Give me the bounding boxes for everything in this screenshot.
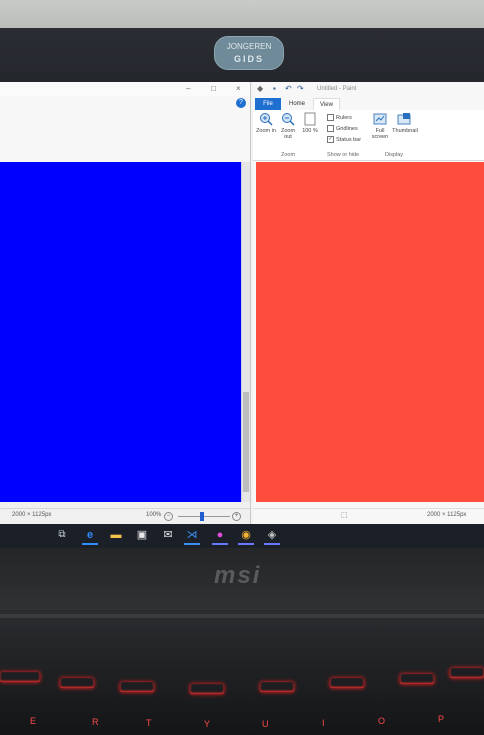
zoom-out-icon[interactable] bbox=[281, 112, 295, 126]
file-explorer-icon[interactable]: ▬ bbox=[108, 527, 124, 543]
left-canvas-area bbox=[0, 162, 250, 502]
gridlines-label: Gridlines bbox=[336, 125, 358, 132]
status-bar-label: Status bar bbox=[336, 136, 362, 143]
zoom-out-button[interactable]: − bbox=[164, 512, 173, 521]
keyboard-key bbox=[0, 672, 40, 682]
paint-window-right: ◆ ▪ ↶ ↷ Untitled - Paint File Home View … bbox=[253, 82, 484, 548]
key-label: R bbox=[92, 717, 99, 727]
view-ribbon: Zoom in Zoom out 100 % Rulers Gridlines … bbox=[253, 110, 484, 161]
rulers-checkbox[interactable]: Rulers bbox=[327, 114, 352, 121]
keyboard-deck bbox=[0, 610, 484, 735]
sticker-line1: JONGEREN bbox=[226, 42, 272, 51]
save-icon[interactable]: ▪ bbox=[273, 84, 276, 93]
github-icon[interactable]: ● bbox=[212, 527, 228, 545]
key-label: U bbox=[262, 719, 269, 729]
undo-icon[interactable]: ↶ bbox=[285, 84, 292, 93]
zoom-in-button[interactable]: + bbox=[232, 512, 241, 521]
key-label: I bbox=[322, 718, 325, 728]
zoom-level: 100% bbox=[146, 512, 162, 518]
sticker-line2: GIDS bbox=[233, 54, 264, 64]
help-icon[interactable]: ? bbox=[236, 98, 246, 108]
quick-access-toolbar: ◆ ▪ ↶ ↷ Untitled - Paint bbox=[253, 82, 484, 96]
left-titlebar: – □ × bbox=[0, 82, 250, 96]
display-group-label: Display bbox=[385, 152, 404, 158]
canvas-size-label-right: 2000 × 1125px bbox=[427, 512, 467, 518]
chrome-icon[interactable]: ◉ bbox=[238, 527, 254, 545]
keyboard-key bbox=[120, 682, 154, 692]
laptop-screen: – □ × ? 2000 × 1125px 100% − + ◆ ▪ ↶ ↷ U… bbox=[0, 82, 484, 548]
minimize-button[interactable]: – bbox=[186, 84, 190, 93]
key-label: P bbox=[438, 714, 445, 724]
bezel-sticker: JONGEREN GIDS bbox=[214, 36, 284, 70]
show-hide-group-label: Show or hide bbox=[327, 152, 360, 158]
full-screen-icon[interactable] bbox=[373, 112, 387, 126]
tab-file[interactable]: File bbox=[255, 98, 281, 110]
window-title: Untitled - Paint bbox=[317, 86, 357, 92]
rulers-label: Rulers bbox=[336, 114, 352, 121]
gridlines-checkbox[interactable]: Gridlines bbox=[327, 125, 358, 132]
paint-icon: ◆ bbox=[257, 84, 264, 93]
full-screen-label: Full screen bbox=[371, 128, 389, 140]
tab-home[interactable]: Home bbox=[289, 98, 305, 110]
zoom-in-icon[interactable] bbox=[259, 112, 273, 126]
paint-app-icon[interactable]: ◈ bbox=[264, 527, 280, 545]
taskbar: ⧉ e ▬ ▣ ✉ ⋊ ● ◉ ◈ bbox=[0, 524, 484, 548]
key-label: Y bbox=[204, 719, 211, 729]
store-icon[interactable]: ▣ bbox=[134, 527, 150, 543]
ribbon-tabs: File Home View bbox=[253, 98, 484, 111]
keyboard-key bbox=[260, 682, 294, 692]
actual-size-icon[interactable] bbox=[303, 112, 317, 126]
vscode-icon[interactable]: ⋊ bbox=[184, 527, 200, 545]
redo-icon[interactable]: ↷ bbox=[297, 84, 304, 93]
key-label: T bbox=[146, 718, 152, 728]
deck-edge bbox=[0, 614, 484, 618]
zoom-in-label: Zoom in bbox=[256, 128, 276, 134]
maximize-button[interactable]: □ bbox=[211, 84, 216, 93]
selection-icon: ⬚ bbox=[341, 512, 348, 519]
red-canvas[interactable] bbox=[256, 162, 484, 502]
task-view-icon[interactable]: ⧉ bbox=[54, 527, 70, 543]
left-status-bar: 2000 × 1125px 100% − + bbox=[0, 508, 250, 523]
key-label: E bbox=[30, 716, 37, 726]
thumbnail-label: Thumbnail bbox=[392, 128, 418, 134]
keyboard-key bbox=[450, 668, 484, 678]
zoom-slider-thumb[interactable] bbox=[200, 512, 204, 521]
scrollbar-thumb[interactable] bbox=[243, 392, 249, 492]
thumbnail-icon[interactable] bbox=[397, 112, 411, 126]
zoom-out-label: Zoom out bbox=[280, 128, 296, 140]
status-bar-checkbox[interactable]: ✓ Status bar bbox=[327, 136, 361, 143]
right-status-bar: ⬚ 2000 × 1125px bbox=[253, 508, 484, 523]
keyboard-key bbox=[330, 678, 364, 688]
mail-icon[interactable]: ✉ bbox=[160, 527, 176, 543]
edge-icon[interactable]: e bbox=[82, 527, 98, 545]
zoom-slider-track[interactable] bbox=[178, 516, 230, 517]
key-label: O bbox=[378, 716, 386, 726]
keyboard-key bbox=[190, 684, 224, 694]
blue-canvas[interactable] bbox=[0, 162, 241, 502]
zoom-100-label: 100 % bbox=[302, 128, 318, 134]
keyboard-key bbox=[60, 678, 94, 688]
msi-logo: msi bbox=[214, 562, 262, 589]
vertical-scrollbar[interactable] bbox=[242, 162, 250, 502]
left-ribbon: ? bbox=[0, 96, 250, 163]
zoom-group-label: Zoom bbox=[281, 152, 296, 158]
keyboard-key bbox=[400, 674, 434, 684]
canvas-size-label: 2000 × 1125px bbox=[12, 512, 52, 518]
paint-window-left: – □ × ? 2000 × 1125px 100% − + bbox=[0, 82, 251, 548]
close-button[interactable]: × bbox=[236, 84, 241, 93]
